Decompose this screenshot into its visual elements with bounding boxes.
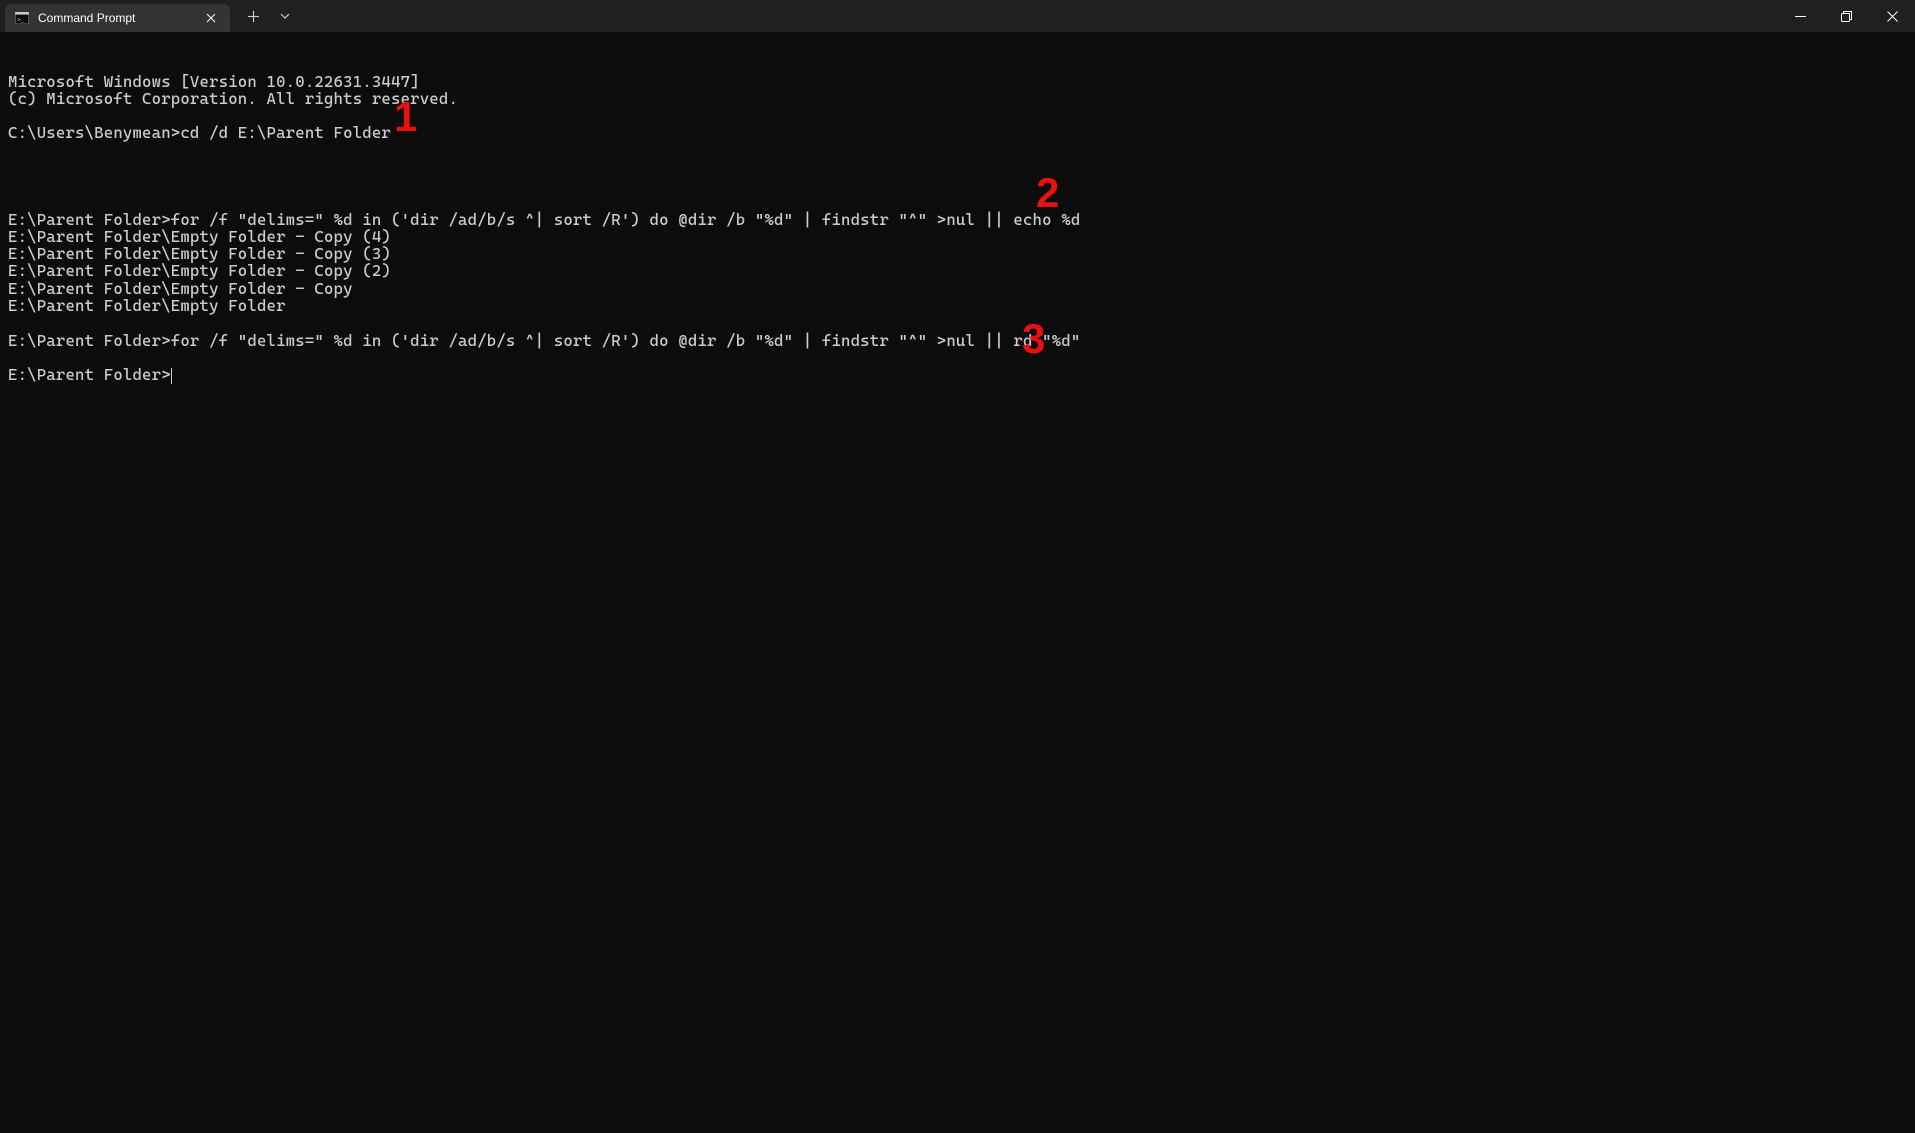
- terminal-line: E:\Parent Folder\Empty Folder - Copy: [8, 280, 1907, 297]
- tab-command-prompt[interactable]: >_ Command Prompt: [5, 4, 230, 32]
- window-controls: [1777, 0, 1915, 32]
- tab-close-button[interactable]: [202, 9, 220, 27]
- terminal-line: E:\Parent Folder>: [8, 366, 1907, 384]
- terminal-line: C:\Users\Benymean>cd /d E:\Parent Folder: [8, 124, 1907, 141]
- tab-title: Command Prompt: [38, 11, 194, 25]
- terminal-line: E:\Parent Folder>for /f "delims=" %d in …: [8, 211, 1907, 228]
- close-button[interactable]: [1869, 0, 1915, 32]
- terminal-line: (c) Microsoft Corporation. All rights re…: [8, 90, 1907, 107]
- terminal-line: [8, 176, 1907, 193]
- terminal-area[interactable]: Microsoft Windows [Version 10.0.22631.34…: [0, 32, 1915, 1133]
- terminal-line: E:\Parent Folder\Empty Folder - Copy (2): [8, 262, 1907, 279]
- terminal-line: [8, 159, 1907, 176]
- terminal-line: E:\Parent Folder\Empty Folder: [8, 297, 1907, 314]
- terminal-output: Microsoft Windows [Version 10.0.22631.34…: [8, 73, 1907, 385]
- minimize-button[interactable]: [1777, 0, 1823, 32]
- tab-dropdown-button[interactable]: [270, 2, 300, 30]
- svg-text:>_: >_: [17, 16, 25, 23]
- terminal-line: E:\Parent Folder\Empty Folder - Copy (4): [8, 228, 1907, 245]
- command-prompt-icon: >_: [14, 10, 30, 26]
- titlebar-drag-area[interactable]: [300, 0, 1777, 32]
- terminal-line: [8, 107, 1907, 124]
- terminal-line: [8, 142, 1907, 159]
- maximize-button[interactable]: [1823, 0, 1869, 32]
- tab-area: >_ Command Prompt: [0, 0, 300, 32]
- tab-controls: [230, 0, 300, 32]
- annotation-3: 3: [1022, 318, 1046, 360]
- annotation-2: 2: [1036, 172, 1060, 214]
- terminal-line: E:\Parent Folder>for /f "delims=" %d in …: [8, 332, 1907, 349]
- cursor: [171, 368, 172, 384]
- titlebar: >_ Command Prompt: [0, 0, 1915, 32]
- terminal-line: [8, 193, 1907, 210]
- terminal-line: [8, 314, 1907, 331]
- terminal-line: Microsoft Windows [Version 10.0.22631.34…: [8, 73, 1907, 90]
- annotation-1: 1: [394, 96, 418, 138]
- terminal-line: [8, 349, 1907, 366]
- new-tab-button[interactable]: [238, 2, 268, 30]
- terminal-line: E:\Parent Folder\Empty Folder - Copy (3): [8, 245, 1907, 262]
